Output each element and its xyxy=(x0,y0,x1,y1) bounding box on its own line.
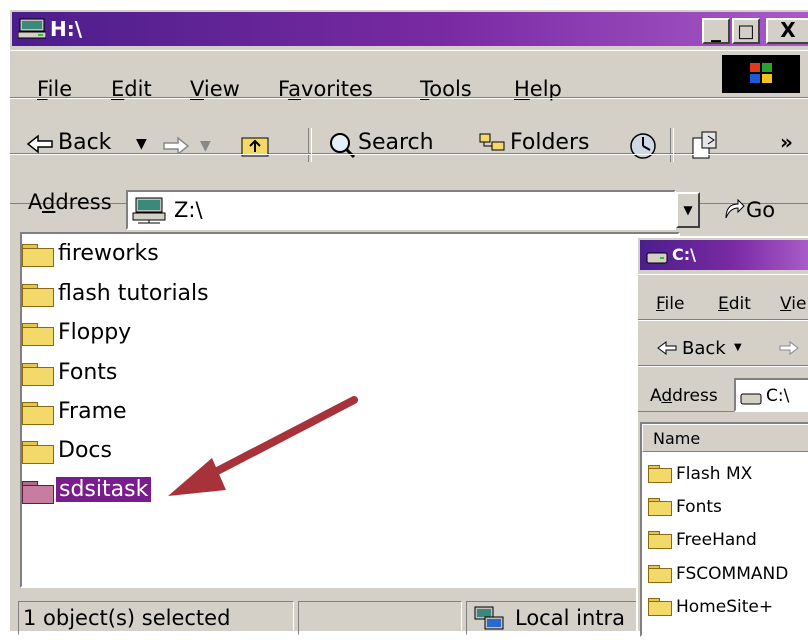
folder-icon xyxy=(22,244,54,267)
list-item[interactable]: Fonts xyxy=(676,497,722,517)
second-title-bar[interactable]: C:\ xyxy=(640,240,808,270)
second-address-input[interactable]: C:\ xyxy=(734,378,808,412)
list-item[interactable]: fireworks xyxy=(58,241,159,266)
folder-icon xyxy=(22,441,54,464)
second-menu-view[interactable]: Vie xyxy=(780,294,806,314)
list-item[interactable]: Floppy xyxy=(58,320,131,345)
window-title: H:\ xyxy=(50,17,83,41)
computer-icon xyxy=(17,18,47,39)
folder-icon xyxy=(22,323,54,346)
second-back-dropdown-icon[interactable]: ▼ xyxy=(734,342,742,353)
annotation-arrow xyxy=(168,396,358,496)
list-item[interactable]: flash tutorials xyxy=(58,281,209,306)
second-menu-edit[interactable]: Edit xyxy=(718,294,751,314)
list-item[interactable]: Docs xyxy=(58,438,112,463)
forward-dropdown-icon[interactable]: ▼ xyxy=(200,138,211,154)
folder-icon xyxy=(648,565,672,583)
address-dropdown-button[interactable]: ▼ xyxy=(676,192,700,228)
second-address-label: Address xyxy=(650,386,718,406)
folder-icon xyxy=(648,531,672,549)
address-input[interactable]: Z:\ xyxy=(126,190,676,230)
go-arrow-icon xyxy=(722,198,746,226)
selected-folder-icon xyxy=(22,481,54,504)
more-chevron-icon[interactable]: » xyxy=(780,130,793,154)
folder-icon xyxy=(648,598,672,616)
second-menu-file[interactable]: File xyxy=(656,294,684,314)
minimize-button[interactable]: _ xyxy=(702,18,730,44)
local-intranet-icon xyxy=(473,605,505,640)
folder-icon xyxy=(22,402,54,425)
maximize-button[interactable]: □ xyxy=(732,18,760,44)
status-selection: 1 object(s) selected xyxy=(18,601,294,635)
drive-icon xyxy=(646,249,668,268)
second-back-label[interactable]: Back xyxy=(682,338,726,359)
second-forward-arrow-icon[interactable] xyxy=(778,340,800,360)
selected-list-item[interactable]: sdsitask xyxy=(56,477,152,502)
network-drive-icon xyxy=(132,196,166,228)
folder-icon xyxy=(22,363,54,386)
list-item[interactable]: HomeSite+ xyxy=(676,597,773,617)
second-back-arrow-icon[interactable] xyxy=(656,340,678,360)
list-item[interactable]: Frame xyxy=(58,399,127,424)
second-drive-icon xyxy=(740,390,762,409)
windows-logo-icon xyxy=(722,55,800,93)
chevron-down-icon[interactable]: ▼ xyxy=(136,136,147,152)
list-item[interactable]: Flash MX xyxy=(676,464,752,484)
list-item[interactable]: Fonts xyxy=(58,360,117,385)
list-item[interactable]: FreeHand xyxy=(676,530,757,550)
folder-icon xyxy=(648,498,672,516)
status-zone: Local intra xyxy=(466,601,646,635)
folder-icon xyxy=(22,284,54,307)
address-label: Address xyxy=(28,190,112,214)
folder-icon xyxy=(648,465,672,483)
column-header-name[interactable]: Name xyxy=(642,424,808,452)
title-bar[interactable]: H:\ xyxy=(12,12,808,46)
status-empty xyxy=(298,601,462,635)
close-button[interactable]: X xyxy=(766,18,808,44)
list-item[interactable]: FSCOMMAND xyxy=(676,564,788,584)
